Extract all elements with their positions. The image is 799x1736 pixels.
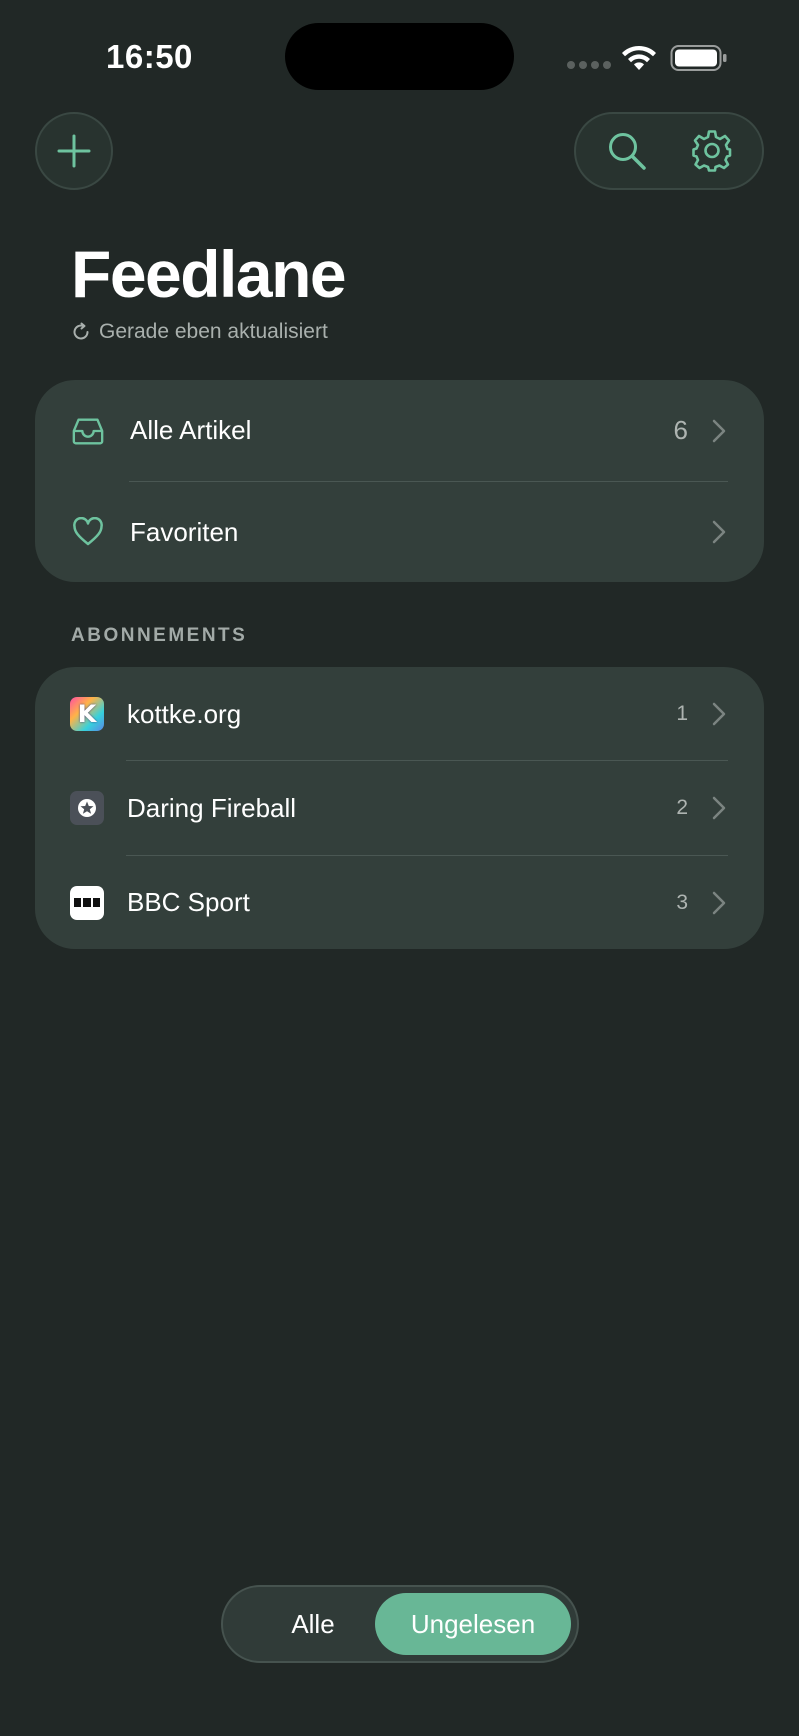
settings-button[interactable] — [680, 119, 744, 183]
heart-icon — [71, 515, 105, 549]
list-item-favorites[interactable]: Favoriten — [35, 482, 764, 582]
add-feed-button[interactable] — [35, 112, 113, 190]
main-list-card: Alle Artikel 6 Favoriten — [35, 380, 764, 582]
list-item-subscription[interactable]: Daring Fireball 2 — [35, 761, 764, 855]
star-icon — [78, 799, 96, 817]
subscription-title: kottke.org — [127, 698, 242, 729]
chevron-right-icon — [712, 796, 726, 820]
subscription-title: BBC Sport — [127, 887, 250, 917]
subscription-unread-count: 1 — [676, 702, 688, 725]
wifi-icon — [622, 45, 656, 70]
refresh-status: Gerade eben aktualisiert — [71, 320, 328, 344]
daring-fireball-favicon — [70, 791, 104, 825]
subscription-unread-count: 2 — [676, 796, 688, 819]
search-button[interactable] — [595, 119, 659, 183]
kottke-favicon-letter: K — [70, 697, 104, 731]
dynamic-island — [285, 23, 514, 90]
bbc-sport-favicon — [70, 885, 104, 920]
toolbar-pill — [574, 112, 764, 190]
section-label-subscriptions: ABONNEMENTS — [71, 625, 248, 646]
cellular-signal-icon — [567, 61, 611, 69]
screen: 16:50 Feedlane Gerade eben aktualisiert … — [0, 0, 799, 1736]
plus-icon — [57, 134, 91, 168]
refresh-status-text: Gerade eben aktualisiert — [99, 320, 328, 343]
chevron-right-icon — [712, 419, 726, 442]
chevron-right-icon — [712, 891, 726, 914]
page-title: Feedlane — [71, 237, 347, 311]
subscriptions-card: K kottke.org 1 Daring Fireball 2 BBC Spo… — [35, 667, 764, 949]
refresh-icon — [73, 322, 89, 340]
list-item-subscription[interactable]: K kottke.org 1 — [35, 667, 764, 761]
all-articles-label: Alle Artikel — [130, 415, 252, 445]
filter-unread-option[interactable]: Ungelesen — [375, 1593, 571, 1655]
gear-icon — [691, 130, 731, 172]
search-icon — [608, 133, 646, 170]
kottke-favicon: K — [70, 697, 104, 731]
filter-all-option[interactable]: Alle — [263, 1587, 363, 1661]
chevron-right-icon — [712, 702, 726, 726]
subscription-unread-count: 3 — [676, 890, 688, 914]
status-time: 16:50 — [106, 38, 193, 75]
inbox-icon — [71, 414, 105, 448]
list-item-all-articles[interactable]: Alle Artikel 6 — [35, 380, 764, 481]
list-item-subscription[interactable]: BBC Sport 3 — [35, 856, 764, 949]
chevron-right-icon — [712, 520, 726, 544]
subscription-title: Daring Fireball — [127, 792, 297, 823]
filter-segmented-control: Alle Ungelesen — [221, 1585, 579, 1663]
battery-icon — [670, 45, 727, 71]
favorites-label: Favoriten — [130, 516, 239, 547]
all-articles-count: 6 — [673, 415, 688, 445]
